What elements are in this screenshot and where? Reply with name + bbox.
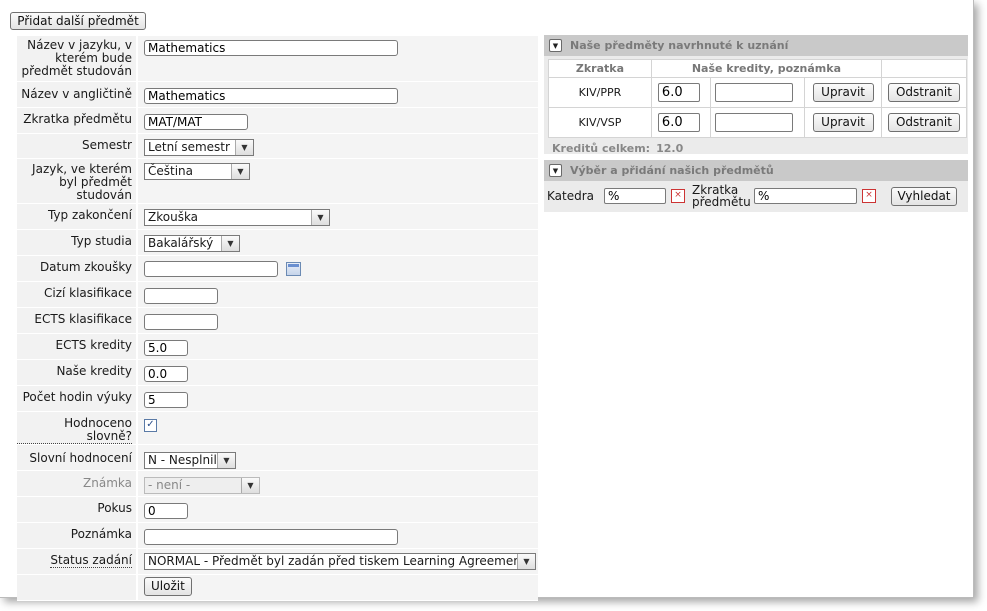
edit-button[interactable]: Upravit <box>812 113 874 132</box>
semester-label: Semestr <box>17 133 138 159</box>
verbal-grade-select[interactable]: N - Nesplnil ▼ <box>144 451 236 469</box>
attempt-label: Pokus <box>17 496 138 523</box>
language-label: Jazyk, ve kterém byl předmět studován <box>17 158 138 204</box>
search-button[interactable]: Vyhledat <box>891 186 958 206</box>
study-type-label: Typ studia <box>17 229 138 256</box>
total-credits-value: 12.0 <box>656 142 684 155</box>
our-credits-label: Naše kredity <box>17 359 138 386</box>
credits-input[interactable] <box>657 83 700 102</box>
note-label: Poznámka <box>17 522 138 549</box>
recognized-panel-title: Naše předměty navrhnuté k uznání <box>570 39 789 52</box>
dept-label: Katedra <box>547 189 595 203</box>
select-courses-panel: ▼ Výběr a přidání našich předmětů Katedr… <box>544 160 968 212</box>
foreign-grade-label: Cizí klasifikace <box>17 281 138 308</box>
name-en-label: Název v angličtině <box>17 81 138 108</box>
table-row: KIV/VSP Upravit Odstranit <box>548 107 968 138</box>
language-select[interactable]: Čeština ▼ <box>144 162 250 180</box>
note-input[interactable] <box>714 83 793 102</box>
study-type-value: Bakalářský <box>148 236 214 250</box>
hours-input[interactable] <box>144 391 188 408</box>
ects-grade-label: ECTS klasifikace <box>17 307 138 334</box>
course-abbr: KIV/PPR <box>548 77 652 108</box>
chevron-down-icon: ▼ <box>241 477 259 493</box>
exam-date-input[interactable] <box>144 260 278 277</box>
abbr-input[interactable] <box>144 113 248 130</box>
abbr-label: Zkratka předmětu <box>17 107 138 134</box>
foreign-grade-input[interactable] <box>144 287 218 304</box>
grade-value: - není - <box>148 478 191 492</box>
main-window: Přidat další předmět Název v jazyku, v k… <box>0 0 974 601</box>
chevron-down-icon: ▼ <box>517 553 535 569</box>
grade-select: - není - ▼ <box>144 476 260 494</box>
total-credits-row: Kreditů celkem: 12.0 <box>544 138 968 155</box>
chevron-down-icon: ▼ <box>231 163 249 179</box>
ects-grade-input[interactable] <box>144 313 218 330</box>
edit-button[interactable]: Upravit <box>812 83 874 102</box>
verbal-eval-checkbox[interactable]: ✓ <box>144 418 157 432</box>
chevron-down-icon: ▼ <box>311 209 329 225</box>
our-credits-input[interactable] <box>144 365 188 382</box>
chevron-down-icon: ▼ <box>217 452 235 468</box>
note-input[interactable] <box>144 528 398 545</box>
abbr-input[interactable] <box>754 188 858 204</box>
add-course-button[interactable]: Přidat další předmět <box>10 12 146 30</box>
semester-select[interactable]: Letní semestr ▼ <box>144 138 254 156</box>
attempt-input[interactable] <box>144 502 188 519</box>
abbr-label: Zkratka předmětu <box>692 183 751 209</box>
verbal-eval-label: Hodnoceno slovně? <box>17 416 132 444</box>
name-lang-input[interactable] <box>144 40 398 56</box>
verbal-grade-value: N - Nesplnil <box>148 453 217 467</box>
status-value: NORMAL - Předmět byl zadán před tiskem L… <box>148 554 526 568</box>
recognized-panel-header[interactable]: ▼ Naše předměty navrhnuté k uznání <box>544 35 968 56</box>
col-header-credits: Naše kredity, poznámka <box>650 59 882 78</box>
name-en-input[interactable] <box>144 87 398 104</box>
name-lang-label: Název v jazyku, v kterém bude předmět st… <box>17 36 138 82</box>
select-panel-title: Výběr a přidání našich předmětů <box>570 164 774 177</box>
recognized-courses-table: Zkratka Naše kredity, poznámka KIV/PPR U… <box>548 59 968 138</box>
exam-type-label: Typ zakončení <box>17 203 138 230</box>
chevron-down-icon: ▼ <box>235 139 253 155</box>
chevron-down-icon: ▼ <box>221 235 239 251</box>
total-credits-label: Kreditů celkem: <box>552 142 651 155</box>
ects-credits-input[interactable] <box>144 339 188 356</box>
semester-value: Letní semestr <box>148 140 230 154</box>
remove-button[interactable]: Odstranit <box>887 83 960 102</box>
search-row: Katedra × Zkratka předmětu × Vyhledat <box>544 181 968 208</box>
status-label: Status zadání <box>50 552 132 568</box>
clear-icon[interactable]: × <box>862 189 877 203</box>
calendar-icon[interactable] <box>286 262 301 276</box>
status-select[interactable]: NORMAL - Předmět byl zadán před tiskem L… <box>144 552 536 570</box>
language-value: Čeština <box>148 164 194 178</box>
dept-input[interactable] <box>604 188 667 204</box>
exam-type-value: Zkouška <box>148 210 199 224</box>
remove-button[interactable]: Odstranit <box>887 113 960 132</box>
exam-type-select[interactable]: Zkouška ▼ <box>144 208 330 226</box>
credits-input[interactable] <box>657 113 700 132</box>
ects-credits-label: ECTS kredity <box>17 333 138 360</box>
verbal-grade-label: Slovní hodnocení <box>17 444 138 471</box>
hours-label: Počet hodin výuky <box>17 385 138 412</box>
course-form: Název v jazyku, v kterém bude předmět st… <box>17 36 538 601</box>
col-header-abbr: Zkratka <box>548 59 652 78</box>
course-abbr: KIV/VSP <box>548 107 652 138</box>
collapse-toggle-icon[interactable]: ▼ <box>549 39 562 52</box>
recognized-courses-panel: ▼ Naše předměty navrhnuté k uznání Zkrat… <box>544 35 968 155</box>
grade-label: Známka <box>17 470 138 497</box>
study-type-select[interactable]: Bakalářský ▼ <box>144 234 240 252</box>
clear-icon[interactable]: × <box>671 189 686 203</box>
table-row: KIV/PPR Upravit Odstranit <box>548 77 968 108</box>
exam-date-label: Datum zkoušky <box>17 255 138 282</box>
note-input[interactable] <box>714 113 793 132</box>
save-button[interactable]: Uložit <box>144 576 192 596</box>
select-panel-header[interactable]: ▼ Výběr a přidání našich předmětů <box>544 160 968 181</box>
collapse-toggle-icon[interactable]: ▼ <box>549 164 562 177</box>
